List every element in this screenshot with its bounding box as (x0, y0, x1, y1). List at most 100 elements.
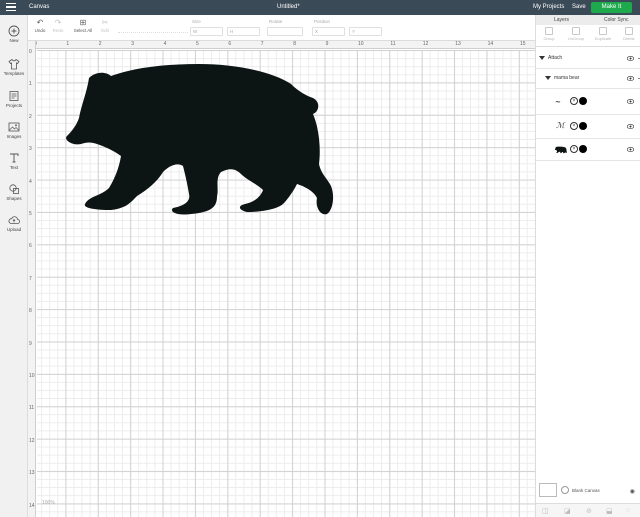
eye-icon[interactable] (627, 147, 634, 152)
nav-images[interactable]: Images (0, 121, 28, 139)
mama-bear-label: mama bear (554, 75, 580, 81)
document-title[interactable]: Untitled* (277, 4, 300, 10)
attach-group-row[interactable]: Attach (536, 49, 640, 69)
position-y-field[interactable]: Y (349, 27, 382, 36)
black-color-swatch[interactable] (579, 122, 588, 130)
expand-triangle-icon[interactable] (539, 55, 545, 60)
ruler-tick-label: 10 (29, 373, 35, 379)
nav-templates[interactable]: Templates (0, 58, 28, 76)
edit-menu-button[interactable]: ✂ Edit (96, 18, 114, 33)
eye-icon[interactable]: ◉ (630, 488, 635, 495)
slice-icon[interactable]: ◫ (542, 507, 549, 515)
undo-icon: ↶ (36, 18, 44, 27)
save-button[interactable]: Save (572, 4, 586, 10)
size-height-field[interactable]: H (227, 27, 260, 36)
ungroup-label: UnGroup (567, 36, 585, 41)
position-label: Position (314, 19, 331, 24)
ruler-tick-label: 2 (29, 113, 32, 120)
cut-operation-icon[interactable]: × (570, 145, 578, 153)
group-label: Group (543, 36, 555, 41)
ruler-tick-label: 9 (29, 340, 32, 347)
cut-operation-icon[interactable]: × (570, 97, 578, 105)
tab-color-sync[interactable]: Color Sync (604, 17, 628, 23)
left-ruler: 0 1 2 3 4 5 6 7 8 9 10 11 12 13 14 (28, 41, 36, 517)
position-x-field[interactable]: X (312, 27, 345, 36)
tshirt-icon (8, 58, 20, 70)
nav-projects-label: Projects (5, 103, 23, 108)
redo-label: Redo (52, 28, 64, 33)
ruler-tick-label: 9 (325, 41, 329, 47)
ruler-tick-label: 0 (29, 49, 32, 55)
nav-shapes[interactable]: Shapes (0, 183, 28, 201)
black-color-swatch[interactable] (579, 97, 588, 105)
ruler-tick-label: 8 (29, 308, 32, 315)
layers-panel: Layers Color Sync Group UnGroup Duplicat… (535, 15, 640, 517)
eye-icon[interactable] (627, 99, 634, 104)
black-color-swatch[interactable] (579, 145, 588, 153)
panel-bottom-toolbar: ◫ ◪ ⊘ ⬓ ◌ (536, 503, 640, 517)
nav-upload[interactable]: Upload (0, 214, 28, 232)
design-canvas[interactable] (37, 50, 535, 517)
ruler-tick-label: 5 (196, 41, 199, 47)
canvas-color-swatch[interactable] (539, 483, 557, 497)
blank-canvas-row[interactable]: Blank Canvas ◉ (539, 483, 639, 499)
top-ruler: 0123456789101112131415 (28, 41, 535, 49)
nav-new[interactable]: New (0, 25, 28, 43)
plus-circle-icon (8, 25, 20, 37)
hamburger-menu-icon[interactable] (6, 3, 16, 12)
app-name: Canvas (29, 4, 50, 10)
contour-icon[interactable]: ◌ (626, 507, 630, 514)
ungroup-button[interactable]: UnGroup (565, 27, 587, 41)
zoom-level[interactable]: 100% (42, 500, 55, 506)
left-sidebar: New Templates Projects Images Text Shape… (0, 15, 28, 517)
expand-triangle-icon[interactable] (545, 75, 551, 80)
my-projects-link[interactable]: My Projects (533, 4, 564, 10)
select-all-label: Select All (73, 28, 93, 33)
ruler-tick-label: 1 (66, 41, 70, 47)
layer-row-monogram[interactable]: ℳ × (536, 115, 640, 139)
ruler-tick-label: 10 (358, 41, 364, 47)
group-button[interactable]: Group (538, 27, 560, 41)
delete-label: Delete (623, 36, 635, 41)
layer-row-bear[interactable]: × (536, 139, 640, 161)
ungroup-icon (572, 27, 580, 35)
projects-icon (9, 91, 19, 101)
redo-button[interactable]: ↷ Redo (50, 18, 66, 33)
trash-icon (625, 27, 633, 35)
eye-icon[interactable] (627, 76, 634, 81)
cut-operation-icon[interactable]: × (570, 122, 578, 130)
ruler-tick-label: 12 (29, 437, 35, 444)
make-it-button[interactable]: Make It (591, 2, 632, 13)
ruler-tick-label: 4 (29, 178, 32, 185)
ruler-tick-label: 14 (487, 41, 494, 47)
text-icon (10, 153, 19, 163)
weld-icon[interactable]: ◪ (564, 507, 571, 515)
tab-layers[interactable]: Layers (554, 17, 569, 23)
ruler-tick-label: 13 (29, 470, 35, 477)
delete-button[interactable]: Delete (618, 27, 640, 41)
eye-icon[interactable] (627, 124, 634, 129)
upload-icon (8, 216, 20, 224)
eye-icon[interactable] (627, 56, 634, 61)
mama-bear-group-row[interactable]: mama bear (536, 69, 640, 89)
ruler-tick-label: 6 (228, 41, 232, 47)
image-icon (8, 122, 20, 132)
ruler-tick-label: 2 (98, 41, 102, 47)
layer-row-text-mama[interactable]: ~ × (536, 89, 640, 115)
disabled-tools-group (118, 25, 188, 33)
nav-projects[interactable]: Projects (0, 90, 28, 108)
ruler-tick-label: 13 (455, 41, 461, 47)
flatten-icon[interactable]: ⬓ (606, 507, 613, 515)
select-all-button[interactable]: ⊞ Select All (71, 18, 95, 33)
bear-silhouette[interactable] (51, 56, 351, 226)
ruler-tick-label: 3 (131, 41, 134, 47)
undo-button[interactable]: ↶ Undo (32, 18, 48, 33)
ruler-tick-label: 1 (29, 81, 32, 88)
layer-actions: Group UnGroup Duplicate Delete (536, 25, 640, 47)
rotate-field[interactable] (267, 27, 303, 36)
size-width-field[interactable]: W (190, 27, 223, 36)
edit-toolbar: ↶ Undo ↷ Redo ⊞ Select All ✂ Edit Size W… (28, 15, 535, 41)
duplicate-button[interactable]: Duplicate (592, 27, 614, 41)
attach-icon[interactable]: ⊘ (586, 507, 592, 515)
nav-text[interactable]: Text (0, 152, 28, 170)
